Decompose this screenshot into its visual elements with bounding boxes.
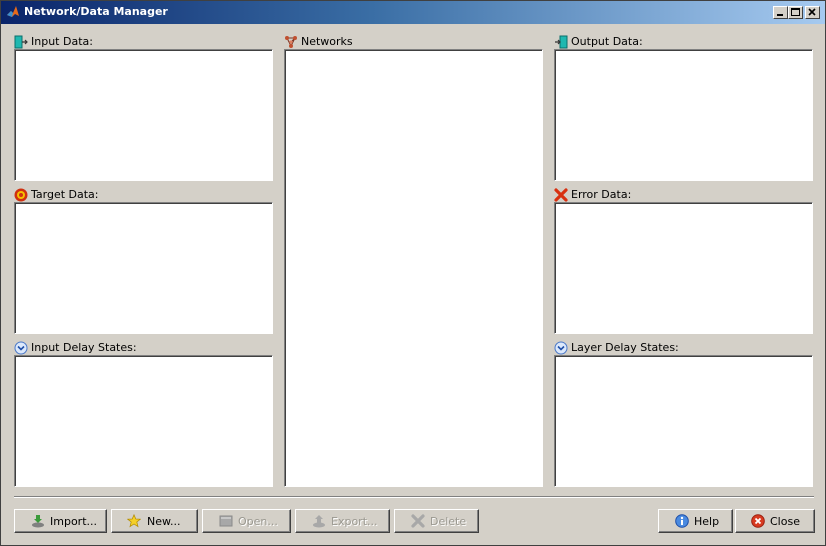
delete-button[interactable]: Delete [394,509,479,533]
layer-delay-states-label: Layer Delay States: [554,340,812,356]
networks-list[interactable] [284,49,543,487]
export-icon [313,515,325,528]
chevron-down-circle-icon [554,341,568,355]
minimize-button[interactable] [773,6,788,19]
close-window-button[interactable] [805,6,820,19]
error-data-label: Error Data: [554,187,812,203]
new-button[interactable]: New... [111,509,198,533]
networks-label: Networks [284,34,542,50]
matlab-logo-icon [7,6,19,17]
input-data-list[interactable] [14,49,273,181]
input-delay-states-list[interactable] [14,355,273,487]
open-icon [219,515,233,527]
network-data-manager-window: Network/Data Manager Input Data: Target … [0,0,826,546]
input-delay-states-label: Input Delay States: [14,340,272,356]
network-icon [285,36,297,48]
target-icon [14,188,28,202]
output-data-icon [555,35,568,49]
output-data-list[interactable] [554,49,813,181]
import-icon [32,515,44,528]
star-icon [127,514,141,528]
target-data-list[interactable] [14,202,273,334]
chevron-down-circle-icon [14,341,28,355]
import-button[interactable]: Import... [14,509,107,533]
close-circle-icon [751,514,765,528]
maximize-icon [791,8,800,16]
delete-x-icon [411,514,425,528]
info-icon [675,514,689,528]
layer-delay-states-list[interactable] [554,355,813,487]
target-data-label: Target Data: [14,187,272,203]
close-button[interactable]: Close [735,509,815,533]
input-data-icon [14,35,28,49]
output-data-label: Output Data: [554,34,812,50]
window-title: Network/Data Manager [24,5,168,18]
export-button[interactable]: Export... [295,509,390,533]
error-x-icon [554,188,568,202]
minimize-icon [777,14,783,16]
input-data-label: Input Data: [14,34,272,50]
error-data-list[interactable] [554,202,813,334]
title-bar[interactable]: Network/Data Manager [1,1,825,24]
bottom-separator [14,496,814,498]
help-button[interactable]: Help [658,509,733,533]
maximize-button[interactable] [788,6,803,19]
open-button[interactable]: Open... [202,509,291,533]
close-icon [808,8,816,16]
